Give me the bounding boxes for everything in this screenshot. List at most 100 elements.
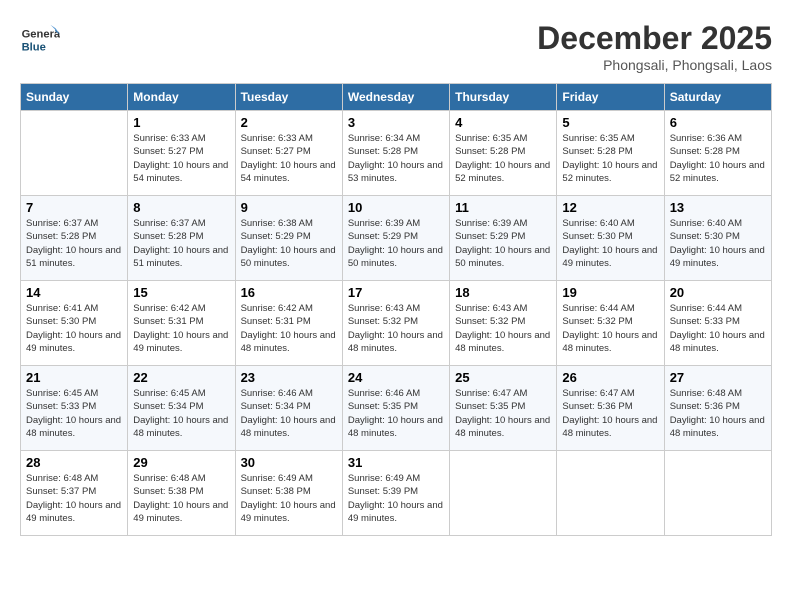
- calendar-cell: 3Sunrise: 6:34 AM Sunset: 5:28 PM Daylig…: [342, 111, 449, 196]
- day-number: 22: [133, 370, 229, 385]
- logo: General Blue: [20, 20, 64, 60]
- calendar-cell: 29 Sunrise: 6:48 AM Sunset: 5:38 PM Dayli…: [128, 451, 235, 536]
- svg-text:General: General: [22, 29, 60, 41]
- day-number: 11: [455, 200, 551, 215]
- day-number: 30: [241, 455, 337, 470]
- calendar-header-row: SundayMondayTuesdayWednesdayThursdayFrid…: [21, 84, 772, 111]
- day-info: Sunrise: 6:48 AM Sunset: 5:36 PM Dayligh…: [670, 387, 766, 440]
- day-number: 17: [348, 285, 444, 300]
- day-info: Sunrise: 6:49 AM Sunset: 5:39 PM Dayligh…: [348, 472, 444, 525]
- day-info: Sunrise: 6:46 AM Sunset: 5:35 PM Dayligh…: [348, 387, 444, 440]
- day-info: Sunrise: 6:48 AM Sunset: 5:38 PM Dayligh…: [133, 472, 229, 525]
- day-info: Sunrise: 6:48 AM Sunset: 5:37 PM Dayligh…: [26, 472, 122, 525]
- calendar-cell: 6Sunrise: 6:36 AM Sunset: 5:28 PM Daylig…: [664, 111, 771, 196]
- calendar-cell: 27 Sunrise: 6:48 AM Sunset: 5:36 PM Dayli…: [664, 366, 771, 451]
- calendar-cell: 5Sunrise: 6:35 AM Sunset: 5:28 PM Daylig…: [557, 111, 664, 196]
- calendar-week-row: 7 Sunrise: 6:37 AM Sunset: 5:28 PM Daylig…: [21, 196, 772, 281]
- day-info: Sunrise: 6:39 AM Sunset: 5:29 PM Dayligh…: [348, 217, 444, 270]
- calendar-week-row: 1 Sunrise: 6:33 AM Sunset: 5:27 PM Daylig…: [21, 111, 772, 196]
- calendar-cell: 14 Sunrise: 6:41 AM Sunset: 5:30 PM Dayli…: [21, 281, 128, 366]
- calendar-week-row: 21 Sunrise: 6:45 AM Sunset: 5:33 PM Dayli…: [21, 366, 772, 451]
- day-info: Sunrise: 6:49 AM Sunset: 5:38 PM Dayligh…: [241, 472, 337, 525]
- calendar-cell: 28 Sunrise: 6:48 AM Sunset: 5:37 PM Dayli…: [21, 451, 128, 536]
- page-header: General Blue December 2025 Phongsali, Ph…: [20, 20, 772, 73]
- day-number: 13: [670, 200, 766, 215]
- day-number: 7: [26, 200, 122, 215]
- calendar-cell: 8Sunrise: 6:37 AM Sunset: 5:28 PM Daylig…: [128, 196, 235, 281]
- day-number: 18: [455, 285, 551, 300]
- logo-icon: General Blue: [20, 20, 60, 60]
- day-number: 27: [670, 370, 766, 385]
- day-number: 20: [670, 285, 766, 300]
- calendar-cell: 10 Sunrise: 6:39 AM Sunset: 5:29 PM Dayli…: [342, 196, 449, 281]
- calendar-cell: 26 Sunrise: 6:47 AM Sunset: 5:36 PM Dayli…: [557, 366, 664, 451]
- calendar-cell: 4Sunrise: 6:35 AM Sunset: 5:28 PM Daylig…: [450, 111, 557, 196]
- calendar-cell: 20 Sunrise: 6:44 AM Sunset: 5:33 PM Dayli…: [664, 281, 771, 366]
- calendar-cell: 24 Sunrise: 6:46 AM Sunset: 5:35 PM Dayli…: [342, 366, 449, 451]
- calendar-cell: [21, 111, 128, 196]
- day-info: Sunrise: 6:33 AM Sunset: 5:27 PM Dayligh…: [133, 132, 229, 185]
- calendar-cell: 22 Sunrise: 6:45 AM Sunset: 5:34 PM Dayli…: [128, 366, 235, 451]
- day-number: 24: [348, 370, 444, 385]
- location: Phongsali, Phongsali, Laos: [537, 57, 772, 73]
- calendar-cell: 7 Sunrise: 6:37 AM Sunset: 5:28 PM Daylig…: [21, 196, 128, 281]
- day-info: Sunrise: 6:47 AM Sunset: 5:36 PM Dayligh…: [562, 387, 658, 440]
- day-number: 2: [241, 115, 337, 130]
- day-info: Sunrise: 6:40 AM Sunset: 5:30 PM Dayligh…: [670, 217, 766, 270]
- day-number: 31: [348, 455, 444, 470]
- calendar-cell: 15Sunrise: 6:42 AM Sunset: 5:31 PM Dayli…: [128, 281, 235, 366]
- day-number: 21: [26, 370, 122, 385]
- day-info: Sunrise: 6:38 AM Sunset: 5:29 PM Dayligh…: [241, 217, 337, 270]
- day-info: Sunrise: 6:37 AM Sunset: 5:28 PM Dayligh…: [26, 217, 122, 270]
- day-info: Sunrise: 6:42 AM Sunset: 5:31 PM Dayligh…: [241, 302, 337, 355]
- day-number: 8: [133, 200, 229, 215]
- day-info: Sunrise: 6:43 AM Sunset: 5:32 PM Dayligh…: [455, 302, 551, 355]
- day-number: 6: [670, 115, 766, 130]
- calendar-cell: [450, 451, 557, 536]
- title-block: December 2025 Phongsali, Phongsali, Laos: [537, 20, 772, 73]
- calendar-cell: 1 Sunrise: 6:33 AM Sunset: 5:27 PM Daylig…: [128, 111, 235, 196]
- calendar-cell: [557, 451, 664, 536]
- column-header-sunday: Sunday: [21, 84, 128, 111]
- day-info: Sunrise: 6:45 AM Sunset: 5:33 PM Dayligh…: [26, 387, 122, 440]
- day-number: 1: [133, 115, 229, 130]
- calendar-cell: 2 Sunrise: 6:33 AM Sunset: 5:27 PM Daylig…: [235, 111, 342, 196]
- svg-text:Blue: Blue: [22, 41, 46, 53]
- calendar-cell: 17 Sunrise: 6:43 AM Sunset: 5:32 PM Dayli…: [342, 281, 449, 366]
- calendar-cell: 21 Sunrise: 6:45 AM Sunset: 5:33 PM Dayli…: [21, 366, 128, 451]
- day-info: Sunrise: 6:40 AM Sunset: 5:30 PM Dayligh…: [562, 217, 658, 270]
- calendar-cell: 19 Sunrise: 6:44 AM Sunset: 5:32 PM Dayli…: [557, 281, 664, 366]
- calendar-cell: 16 Sunrise: 6:42 AM Sunset: 5:31 PM Dayli…: [235, 281, 342, 366]
- day-number: 4: [455, 115, 551, 130]
- day-number: 14: [26, 285, 122, 300]
- column-header-saturday: Saturday: [664, 84, 771, 111]
- day-number: 9: [241, 200, 337, 215]
- day-info: Sunrise: 6:44 AM Sunset: 5:33 PM Dayligh…: [670, 302, 766, 355]
- day-info: Sunrise: 6:43 AM Sunset: 5:32 PM Dayligh…: [348, 302, 444, 355]
- calendar-cell: 30 Sunrise: 6:49 AM Sunset: 5:38 PM Dayli…: [235, 451, 342, 536]
- calendar-week-row: 28 Sunrise: 6:48 AM Sunset: 5:37 PM Dayli…: [21, 451, 772, 536]
- column-header-friday: Friday: [557, 84, 664, 111]
- calendar-cell: 9 Sunrise: 6:38 AM Sunset: 5:29 PM Daylig…: [235, 196, 342, 281]
- calendar-cell: 12 Sunrise: 6:40 AM Sunset: 5:30 PM Dayli…: [557, 196, 664, 281]
- calendar-cell: 25 Sunrise: 6:47 AM Sunset: 5:35 PM Dayli…: [450, 366, 557, 451]
- day-info: Sunrise: 6:44 AM Sunset: 5:32 PM Dayligh…: [562, 302, 658, 355]
- day-info: Sunrise: 6:35 AM Sunset: 5:28 PM Dayligh…: [562, 132, 658, 185]
- day-number: 26: [562, 370, 658, 385]
- calendar-cell: 31 Sunrise: 6:49 AM Sunset: 5:39 PM Dayli…: [342, 451, 449, 536]
- calendar-week-row: 14 Sunrise: 6:41 AM Sunset: 5:30 PM Dayli…: [21, 281, 772, 366]
- day-number: 25: [455, 370, 551, 385]
- day-info: Sunrise: 6:33 AM Sunset: 5:27 PM Dayligh…: [241, 132, 337, 185]
- calendar-cell: 11 Sunrise: 6:39 AM Sunset: 5:29 PM Dayli…: [450, 196, 557, 281]
- day-info: Sunrise: 6:41 AM Sunset: 5:30 PM Dayligh…: [26, 302, 122, 355]
- day-info: Sunrise: 6:47 AM Sunset: 5:35 PM Dayligh…: [455, 387, 551, 440]
- day-number: 29: [133, 455, 229, 470]
- day-number: 19: [562, 285, 658, 300]
- day-number: 23: [241, 370, 337, 385]
- day-number: 28: [26, 455, 122, 470]
- day-number: 16: [241, 285, 337, 300]
- day-info: Sunrise: 6:45 AM Sunset: 5:34 PM Dayligh…: [133, 387, 229, 440]
- day-number: 12: [562, 200, 658, 215]
- day-number: 10: [348, 200, 444, 215]
- day-info: Sunrise: 6:39 AM Sunset: 5:29 PM Dayligh…: [455, 217, 551, 270]
